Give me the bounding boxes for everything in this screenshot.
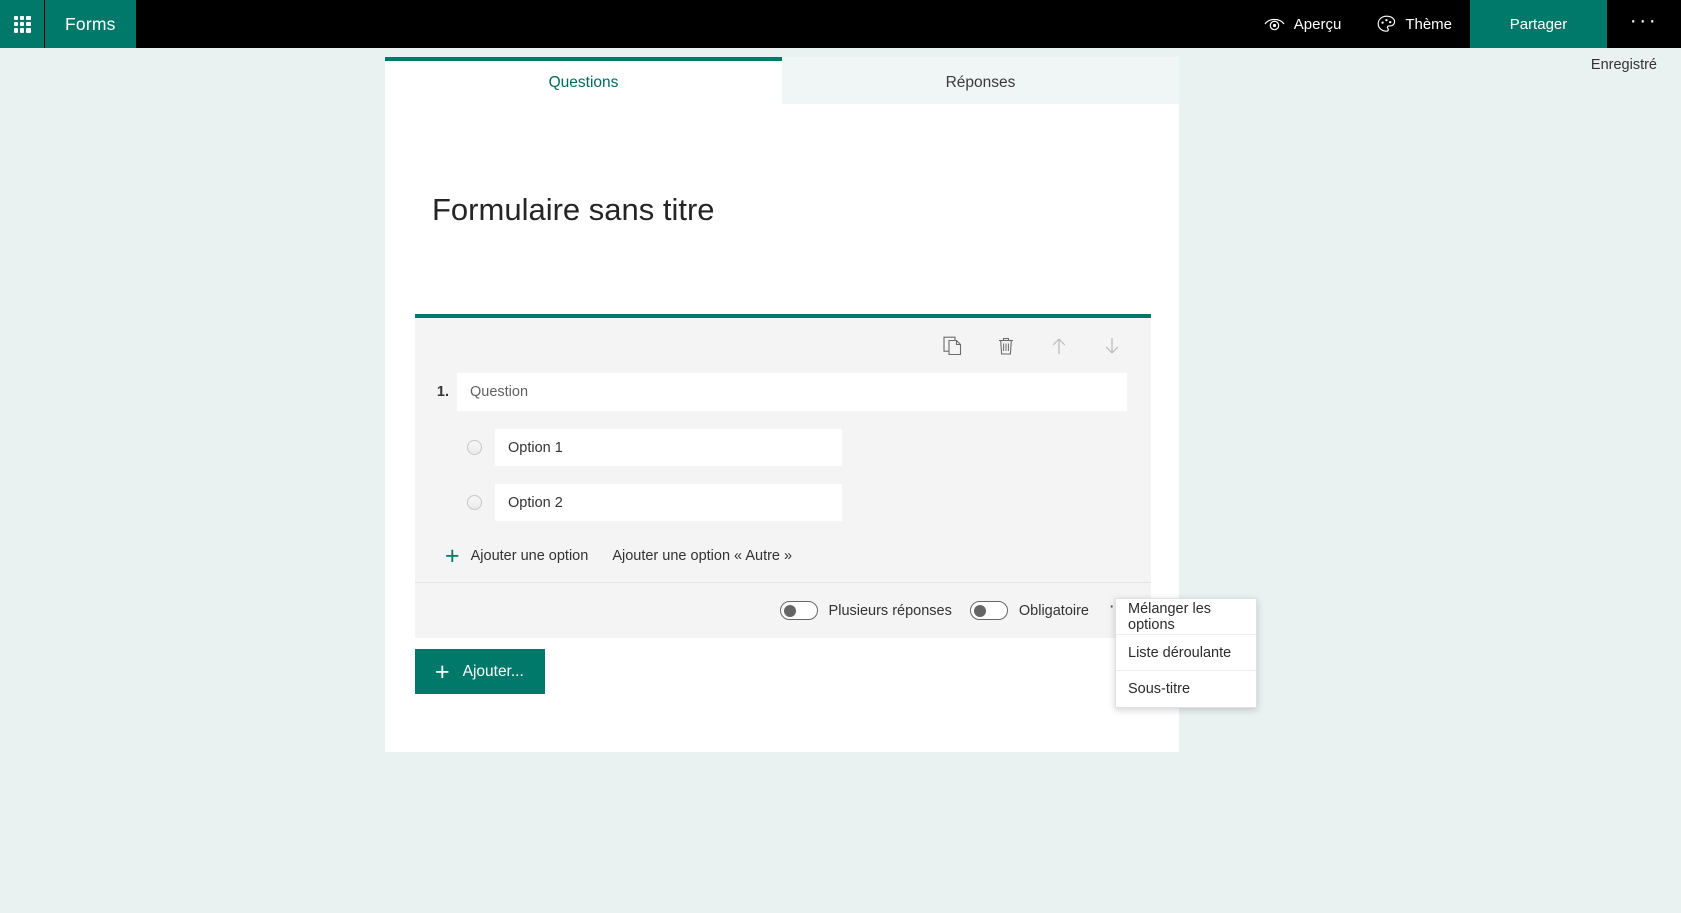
option-row-2: Option 2 xyxy=(415,484,1151,521)
multiple-answers-toggle[interactable] xyxy=(779,601,818,620)
move-down-icon xyxy=(1103,336,1121,356)
tab-responses-label: Réponses xyxy=(945,73,1016,91)
option-row-1: Option 1 xyxy=(415,429,1151,466)
option-input-1[interactable]: Option 1 xyxy=(495,429,842,466)
question-context-menu: Mélanger les options Liste déroulante So… xyxy=(1115,598,1257,708)
question-toolbar xyxy=(415,318,1151,363)
question-footer: Plusieurs réponses Obligatoire ··· xyxy=(415,582,1151,638)
menu-item-subtitle-label: Sous-titre xyxy=(1128,681,1191,697)
add-question-button[interactable]: + Ajouter... xyxy=(415,649,545,694)
menu-item-subtitle[interactable]: Sous-titre xyxy=(1116,671,1256,707)
plus-icon: + xyxy=(435,657,450,686)
move-up-icon xyxy=(1050,336,1068,356)
menu-item-dropdown[interactable]: Liste déroulante xyxy=(1116,635,1256,671)
brand-forms[interactable]: Forms xyxy=(45,0,136,48)
radio-icon-option-2[interactable] xyxy=(467,495,482,510)
tab-questions[interactable]: Questions xyxy=(385,57,782,104)
required-toggle-group: Obligatoire xyxy=(969,601,1089,620)
question-input[interactable]: Question xyxy=(457,373,1127,411)
option-label-2: Option 2 xyxy=(508,494,563,511)
question-card: 1. Question Option 1 Option 2 + Ajouter … xyxy=(415,314,1151,638)
app-launcher-waffle-icon xyxy=(13,15,31,33)
palette-theme-icon xyxy=(1377,15,1396,33)
delete-question-icon xyxy=(997,336,1015,356)
add-option-row: + Ajouter une option Ajouter une option … xyxy=(415,542,1151,582)
move-question-down-button[interactable] xyxy=(1096,330,1127,361)
theme-button[interactable]: Thème xyxy=(1359,0,1470,48)
toggle-knob xyxy=(783,604,796,617)
preview-label: Aperçu xyxy=(1293,15,1342,33)
option-label-1: Option 1 xyxy=(508,439,563,456)
add-other-option-label: Ajouter une option « Autre » xyxy=(612,548,793,564)
form-body: Formulaire sans titre 1. Question Option… xyxy=(385,104,1179,694)
menu-item-shuffle-options[interactable]: Mélanger les options xyxy=(1116,599,1256,635)
copy-question-button[interactable] xyxy=(937,330,968,361)
copy-question-icon xyxy=(943,336,962,356)
tab-questions-label: Questions xyxy=(548,73,619,91)
brand-label: Forms xyxy=(65,13,116,34)
add-question-label: Ajouter... xyxy=(462,662,524,680)
theme-label: Thème xyxy=(1405,15,1452,33)
eye-preview-icon xyxy=(1264,16,1285,32)
menu-item-shuffle-options-label: Mélanger les options xyxy=(1128,600,1212,633)
required-toggle[interactable] xyxy=(969,601,1008,620)
tab-responses[interactable]: Réponses xyxy=(782,57,1179,104)
add-other-option-button[interactable]: Ajouter une option « Autre » xyxy=(612,548,792,564)
add-option-button[interactable]: + Ajouter une option xyxy=(445,542,589,570)
toggle-knob xyxy=(973,604,986,617)
required-label: Obligatoire xyxy=(1018,602,1089,619)
saved-status: Enregistré xyxy=(1590,57,1657,73)
header-spacer xyxy=(136,0,1246,48)
delete-question-button[interactable] xyxy=(990,330,1021,361)
move-question-up-button[interactable] xyxy=(1043,330,1074,361)
add-option-label: Ajouter une option xyxy=(470,548,589,564)
form-canvas: Questions Réponses Formulaire sans titre xyxy=(385,57,1179,752)
radio-icon-option-1[interactable] xyxy=(467,440,482,455)
share-label: Partager xyxy=(1509,15,1568,33)
ellipsis-icon: ··· xyxy=(1629,9,1659,32)
question-row: 1. Question xyxy=(415,363,1151,411)
multiple-answers-toggle-group: Plusieurs réponses xyxy=(779,601,952,620)
app-launcher-button[interactable] xyxy=(0,0,45,48)
question-number: 1. xyxy=(436,384,449,400)
menu-item-dropdown-label: Liste déroulante xyxy=(1128,644,1232,661)
form-title[interactable]: Formulaire sans titre xyxy=(415,104,1149,228)
question-input-text: Question xyxy=(470,384,529,400)
tab-bar: Questions Réponses xyxy=(385,57,1179,104)
preview-button[interactable]: Aperçu xyxy=(1246,0,1360,48)
app-header: Forms Aperçu Thème Partager ··· xyxy=(0,0,1681,48)
share-button[interactable]: Partager xyxy=(1470,0,1607,48)
multiple-answers-label: Plusieurs réponses xyxy=(828,602,952,619)
plus-icon: + xyxy=(445,542,460,570)
header-more-options-button[interactable]: ··· xyxy=(1607,0,1681,48)
option-input-2[interactable]: Option 2 xyxy=(495,484,842,521)
